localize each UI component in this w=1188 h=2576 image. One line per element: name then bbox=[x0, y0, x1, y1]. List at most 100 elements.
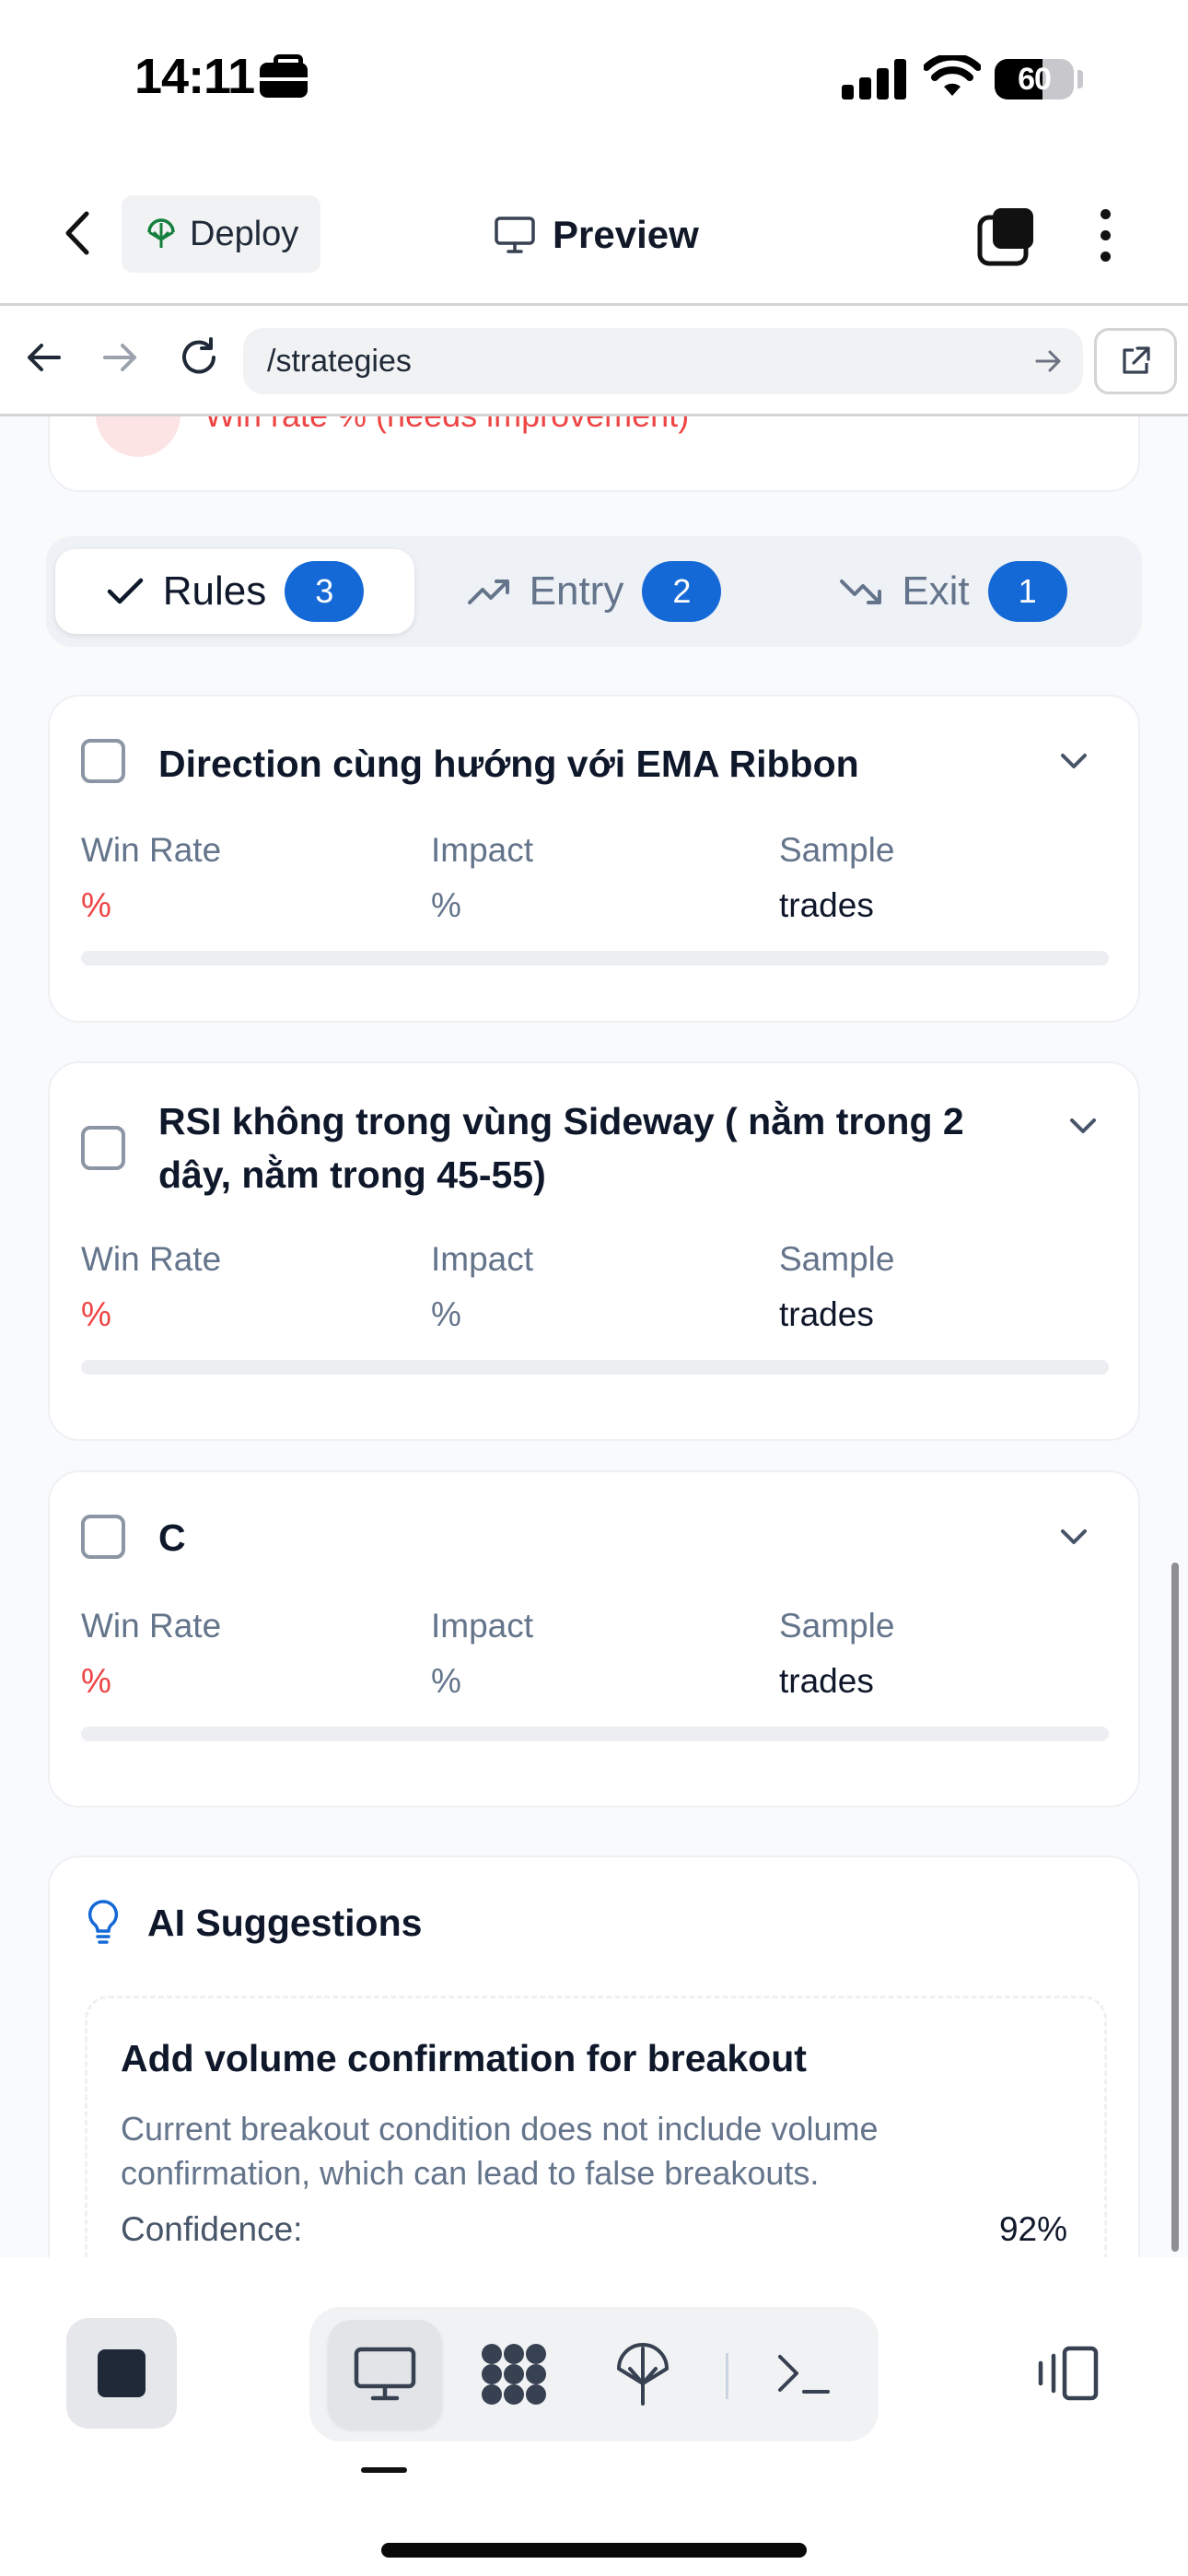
browser-toolbar: /strategies bbox=[0, 306, 1188, 416]
impact-value: % bbox=[431, 1662, 461, 1700]
ai-suggestions-title: AI Suggestions bbox=[147, 1902, 423, 1944]
strategy-content[interactable]: Win rate % (needs improvement) Rules 3 E… bbox=[0, 416, 1188, 2257]
win-rate-value: % bbox=[81, 1295, 111, 1333]
tabs-icon[interactable] bbox=[976, 206, 1037, 267]
chevron-down-icon[interactable] bbox=[1054, 741, 1094, 781]
trending-down-icon bbox=[840, 580, 882, 604]
confidence-value: 92% bbox=[998, 2210, 1067, 2248]
deploy-label: Deploy bbox=[190, 214, 299, 253]
tab-rules-label: Rules bbox=[162, 568, 267, 614]
canvas-view-button[interactable] bbox=[457, 2320, 571, 2429]
win-rate-value: % bbox=[81, 886, 111, 924]
rule-checkbox[interactable] bbox=[81, 1126, 125, 1170]
battery-icon: 60 bbox=[995, 59, 1074, 100]
rule-card[interactable]: RSI không trong vùng Sideway ( nằm trong… bbox=[48, 1061, 1140, 1441]
tab-entry-count: 2 bbox=[642, 561, 722, 622]
side-panel-icon bbox=[1038, 2346, 1099, 2401]
browser-forward-button[interactable] bbox=[92, 330, 147, 385]
toolbar-divider bbox=[726, 2353, 728, 2399]
open-external-button[interactable] bbox=[1094, 328, 1177, 394]
rules-segmented-control: Rules 3 Entry 2 Exit 1 bbox=[46, 536, 1142, 647]
briefcase-icon bbox=[260, 54, 308, 98]
terminal-view-button[interactable] bbox=[746, 2320, 860, 2429]
suggestion-card[interactable]: Add volume confirmation for breakout Cur… bbox=[85, 1996, 1107, 2257]
impact-label: Impact bbox=[431, 831, 534, 869]
confidence-label: Confidence: bbox=[121, 2210, 303, 2248]
rule-card[interactable]: Direction cùng hướng với EMA Ribbon Win … bbox=[48, 695, 1140, 1023]
deploy-view-button[interactable] bbox=[586, 2320, 700, 2429]
url-text: /strategies bbox=[267, 343, 412, 379]
win-rate-summary-text: Win rate % (needs improvement) bbox=[204, 416, 689, 435]
bottom-toolbar bbox=[0, 2257, 1188, 2576]
rule-progress-bar bbox=[81, 951, 1109, 966]
more-menu-button[interactable] bbox=[1087, 203, 1124, 267]
deploy-tree-icon bbox=[617, 2343, 669, 2406]
sample-value: trades bbox=[779, 1295, 874, 1333]
url-input[interactable]: /strategies bbox=[243, 328, 1083, 394]
impact-value: % bbox=[431, 886, 461, 924]
side-panel-button[interactable] bbox=[1030, 2336, 1103, 2410]
win-rate-indicator bbox=[96, 416, 181, 457]
sample-label: Sample bbox=[779, 1607, 895, 1645]
more-vertical-icon bbox=[1100, 208, 1111, 219]
scrollbar[interactable] bbox=[1171, 1563, 1179, 2252]
suggestion-title: Add volume confirmation for breakout bbox=[121, 2037, 807, 2079]
preview-view-button[interactable] bbox=[328, 2320, 442, 2429]
impact-value: % bbox=[431, 1295, 461, 1333]
app-header: Deploy Preview bbox=[0, 166, 1188, 306]
chevron-down-icon[interactable] bbox=[1054, 1516, 1094, 1557]
arrow-left-icon bbox=[28, 344, 61, 371]
external-link-icon bbox=[1123, 346, 1150, 374]
battery-percent: 60 bbox=[1018, 62, 1052, 97]
chevron-down-icon[interactable] bbox=[1063, 1106, 1103, 1146]
arrow-right-icon bbox=[103, 344, 136, 371]
rule-title: RSI không trong vùng Sideway ( nằm trong… bbox=[158, 1100, 964, 1196]
rule-card[interactable]: C Win Rate Impact Sample % % trades bbox=[48, 1470, 1140, 1808]
stop-button[interactable] bbox=[66, 2318, 177, 2429]
rule-title: Direction cùng hướng với EMA Ribbon bbox=[158, 743, 859, 785]
ai-suggestions-card: AI Suggestions Add volume confirmation f… bbox=[48, 1856, 1140, 2257]
win-rate-value: % bbox=[81, 1662, 111, 1700]
win-rate-label: Win Rate bbox=[81, 831, 222, 869]
win-rate-label: Win Rate bbox=[81, 1607, 222, 1645]
monitor-icon bbox=[354, 2347, 416, 2401]
tab-rules[interactable]: Rules 3 bbox=[55, 549, 414, 634]
dots-grid-icon bbox=[482, 2344, 546, 2405]
rule-title: C bbox=[158, 1516, 186, 1559]
impact-label: Impact bbox=[431, 1607, 534, 1645]
preview-label: Preview bbox=[553, 213, 699, 256]
lightbulb-icon bbox=[87, 1900, 119, 1944]
check-icon bbox=[107, 578, 143, 604]
impact-label: Impact bbox=[431, 1240, 534, 1278]
monitor-icon bbox=[495, 217, 535, 253]
signal-icon bbox=[842, 59, 906, 100]
terminal-icon bbox=[778, 2355, 830, 2394]
view-switcher bbox=[309, 2307, 879, 2441]
rule-progress-bar bbox=[81, 1360, 1109, 1375]
reload-icon bbox=[182, 337, 215, 374]
chevron-left-icon bbox=[65, 211, 89, 255]
status-time: 14:11 bbox=[134, 49, 255, 104]
browser-back-button[interactable] bbox=[17, 330, 72, 385]
stop-icon bbox=[98, 2349, 146, 2397]
tab-exit[interactable]: Exit 1 bbox=[774, 549, 1133, 634]
rule-checkbox[interactable] bbox=[81, 1515, 125, 1559]
win-rate-label: Win Rate bbox=[81, 1240, 222, 1278]
reload-button[interactable] bbox=[171, 330, 227, 385]
back-button[interactable] bbox=[46, 201, 111, 265]
rule-checkbox[interactable] bbox=[81, 739, 125, 783]
globe-tree-icon bbox=[147, 218, 175, 248]
tab-rules-count: 3 bbox=[285, 561, 365, 622]
active-view-indicator bbox=[361, 2467, 407, 2473]
sample-value: trades bbox=[779, 1662, 874, 1700]
suggestion-description: Current breakout condition does not incl… bbox=[121, 2110, 879, 2192]
tab-entry-label: Entry bbox=[529, 568, 624, 614]
tab-entry[interactable]: Entry 2 bbox=[414, 549, 774, 634]
arrow-right-small-icon[interactable] bbox=[1030, 343, 1066, 380]
deploy-button[interactable]: Deploy bbox=[122, 195, 320, 273]
tab-exit-label: Exit bbox=[902, 568, 970, 614]
tab-exit-count: 1 bbox=[987, 561, 1067, 622]
preview-title: Preview bbox=[494, 203, 699, 267]
sample-label: Sample bbox=[779, 831, 895, 869]
battery-tip bbox=[1077, 70, 1083, 88]
